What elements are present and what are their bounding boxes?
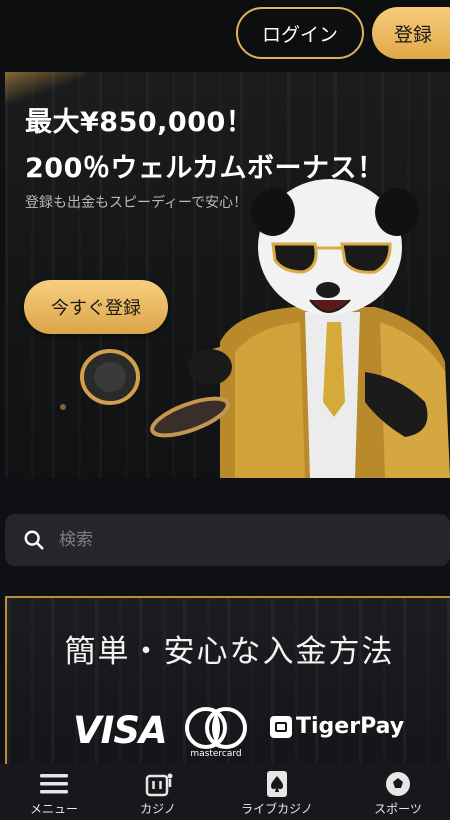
casino-icon bbox=[145, 773, 173, 797]
tigerpay-icon bbox=[270, 715, 292, 738]
menu-icon bbox=[40, 774, 68, 794]
payment-title: 簡単・安心な入金方法 bbox=[64, 634, 395, 670]
header: ログイン 登録 bbox=[0, 0, 450, 68]
nav-item-sports[interactable]: スポーツ bbox=[346, 764, 450, 820]
sports-icon bbox=[386, 772, 410, 796]
tigerpay-logo: TigerPay bbox=[270, 714, 404, 739]
login-button[interactable]: ログイン bbox=[236, 7, 364, 59]
live-casino-icon bbox=[267, 771, 287, 797]
visa-logo: VISA bbox=[73, 709, 168, 752]
register-button[interactable]: 登録 bbox=[372, 7, 450, 59]
search-bar[interactable] bbox=[5, 514, 450, 566]
nav-item-casino[interactable]: カジノ bbox=[108, 764, 208, 820]
hero-title-line2: 200％ウェルカムボーナス！ bbox=[25, 153, 385, 184]
page: ログイン 登録 最大¥850,000！ 200％ウェルカムボーナス！ 登録も出金… bbox=[0, 0, 450, 820]
tigerpay-wordmark: TigerPay bbox=[296, 714, 405, 739]
hero-title-line1: 最大¥850,000！ bbox=[25, 107, 254, 138]
nav-label-live-casino: ライブカジノ bbox=[241, 802, 313, 816]
nav-item-live-casino[interactable]: ライブカジノ bbox=[208, 764, 346, 820]
search-icon bbox=[24, 530, 44, 550]
nav-item-menu[interactable]: メニュー bbox=[0, 764, 108, 820]
search-input[interactable] bbox=[59, 530, 399, 550]
nav-label-menu: メニュー bbox=[29, 802, 78, 816]
nav-label-casino: カジノ bbox=[140, 802, 176, 816]
hero-banner[interactable]: 最大¥850,000！ 200％ウェルカムボーナス！ 登録も出金もスピーディーで… bbox=[5, 72, 450, 478]
payment-methods-section: 簡単・安心な入金方法 VISA mastercard TigerPay bbox=[5, 596, 450, 770]
nav-label-sports: スポーツ bbox=[374, 802, 422, 816]
register-now-button[interactable]: 今すぐ登録 bbox=[24, 280, 168, 334]
mastercard-wordmark: mastercard bbox=[190, 749, 242, 759]
bottom-nav: メニュー カジノ ライブカジノ スポーツ bbox=[0, 764, 450, 820]
hero-subtitle: 登録も出金もスピーディーで安心！ bbox=[25, 195, 248, 211]
